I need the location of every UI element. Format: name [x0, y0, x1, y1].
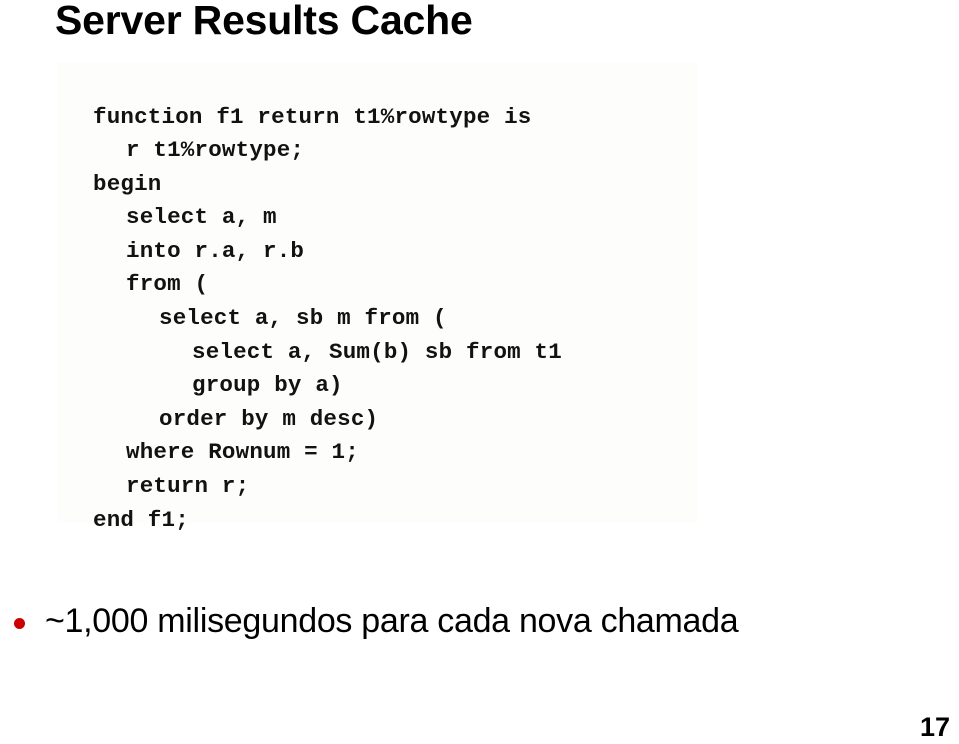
bullet-item-label: ~1,000 milisegundos para cada nova chama…	[45, 602, 739, 640]
code-line: begin	[93, 170, 162, 197]
code-line: group by a)	[192, 372, 343, 399]
code-line: end f1;	[93, 506, 189, 533]
page-number: 17	[919, 712, 950, 742]
code-line: into r.a, r.b	[126, 237, 305, 264]
code-line: r t1%rowtype;	[126, 137, 305, 164]
code-line: select a, m	[126, 204, 277, 231]
bullet-dot-icon	[14, 618, 25, 629]
code-block: function f1 return t1%rowtype is r t1%row…	[93, 101, 562, 538]
code-line: return r;	[126, 473, 250, 500]
code-line: function f1 return t1%rowtype is	[93, 103, 532, 130]
code-line: select a, Sum(b) sb from t1	[192, 338, 562, 365]
code-line: order by m desc)	[159, 405, 379, 432]
page-title: Server Results Cache	[55, 0, 473, 43]
code-figure: function f1 return t1%rowtype is r t1%row…	[57, 62, 697, 533]
code-line: from (	[126, 271, 209, 298]
bullet-list-item: ~1,000 milisegundos para cada nova chama…	[8, 600, 928, 642]
code-line: where Rownum = 1;	[126, 439, 359, 466]
code-line: select a, sb m from (	[159, 305, 447, 332]
